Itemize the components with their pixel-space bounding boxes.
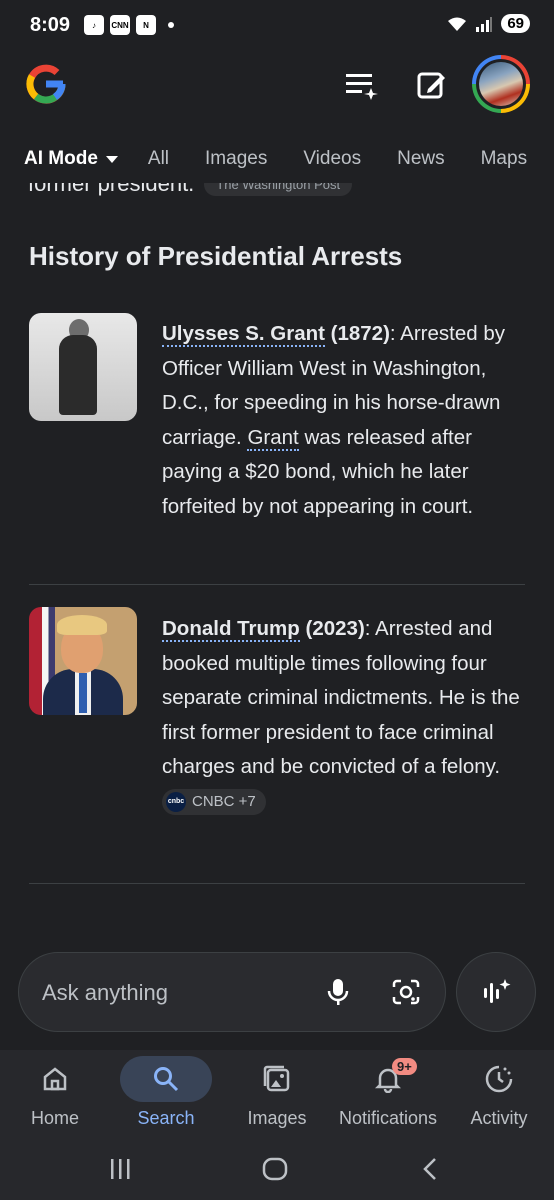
activity-icon — [485, 1065, 513, 1093]
entry-text: Donald Trump (2023): Arrested and booked… — [162, 612, 532, 819]
tab-maps[interactable]: Maps — [481, 148, 527, 170]
lens-camera-icon[interactable] — [389, 975, 423, 1009]
entry-text: Ulysses S. Grant (1872): Arrested by Off… — [162, 317, 532, 524]
sparkle-waveform-icon — [484, 979, 511, 1003]
search-icon — [154, 1067, 179, 1092]
status-right: 69 — [447, 14, 530, 33]
ask-input[interactable]: Ask anything — [18, 952, 446, 1032]
status-time: 8:09 — [30, 14, 71, 36]
back-icon[interactable] — [410, 1154, 450, 1184]
nav-icon-container — [120, 1056, 212, 1102]
nav-home[interactable]: Home — [0, 1056, 110, 1142]
nav-label: Notifications — [338, 1108, 438, 1128]
figure-hair — [57, 615, 107, 635]
recent-apps-icon[interactable] — [100, 1154, 140, 1184]
person-link[interactable]: Donald Trump — [162, 617, 300, 642]
system-navigation-bar — [0, 1142, 554, 1200]
cutoff-text: former president. — [28, 183, 195, 196]
entry-year: (1872) — [324, 322, 390, 345]
wifi-icon — [448, 17, 467, 31]
google-g-logo[interactable] — [24, 62, 68, 106]
trump-thumbnail[interactable] — [29, 607, 137, 715]
status-app-icons: ♪ CNN N — [84, 15, 174, 35]
entry-year: (2023) — [299, 617, 365, 640]
nav-activity[interactable]: Activity — [444, 1056, 554, 1142]
nav-images[interactable]: Images — [222, 1056, 332, 1142]
home-button-icon[interactable] — [255, 1154, 295, 1184]
live-voice-button[interactable] — [456, 952, 536, 1032]
divider — [29, 883, 525, 884]
search-history-icon[interactable] — [344, 68, 378, 102]
battery-indicator: 69 — [501, 14, 530, 33]
nav-label: Home — [30, 1108, 79, 1128]
tab-ai-mode[interactable]: AI Mode — [24, 148, 118, 170]
citation-chip[interactable]: cnbc CNBC +7 — [162, 789, 266, 816]
nav-icon-container — [231, 1056, 323, 1102]
section-title: History of Presidential Arrests — [29, 241, 403, 271]
nav-icon-container: 9+ — [342, 1056, 434, 1102]
nav-label: Images — [247, 1108, 307, 1128]
source-pill[interactable]: The Washington Post — [204, 183, 353, 196]
nav-label: Search — [137, 1108, 195, 1128]
notification-badge: 9+ — [392, 1058, 417, 1075]
notification-dot-icon — [168, 22, 174, 28]
tab-news[interactable]: News — [397, 148, 445, 170]
nav-notifications[interactable]: 9+ Notifications — [333, 1056, 443, 1142]
tab-ai-mode-label: AI Mode — [24, 148, 98, 169]
app-header — [0, 50, 554, 120]
citation-label: CNBC +7 — [192, 793, 256, 811]
edit-icon[interactable] — [415, 68, 449, 102]
bottom-navigation: Home Search Images 9+ Notifications Acti… — [0, 1050, 554, 1142]
status-bar: 8:09 ♪ CNN N 69 — [0, 0, 554, 50]
nav-search[interactable]: Search — [111, 1056, 221, 1142]
nav-icon-container — [9, 1056, 101, 1102]
grant-thumbnail[interactable] — [29, 313, 137, 421]
microphone-icon[interactable] — [321, 975, 355, 1009]
figure-tie — [79, 673, 87, 713]
figure-body — [59, 335, 97, 415]
tab-images[interactable]: Images — [205, 148, 267, 170]
search-tabs: AI Mode All Images Videos News Maps — [0, 135, 554, 183]
tab-videos[interactable]: Videos — [303, 148, 361, 170]
cnbc-logo-icon: cnbc — [166, 792, 186, 813]
divider — [29, 584, 525, 585]
cnn-icon: CNN — [110, 15, 130, 35]
cutoff-text-row: former president. The Washington Post — [28, 183, 353, 197]
nav-icon-container — [453, 1056, 545, 1102]
avatar-photo — [479, 62, 523, 106]
images-icon — [263, 1065, 290, 1092]
news-app-icon: N — [136, 15, 156, 35]
ai-response-content: former president. The Washington Post Hi… — [0, 183, 554, 948]
tab-all[interactable]: All — [148, 148, 169, 170]
grant-link[interactable]: Grant — [247, 425, 299, 451]
signal-icon — [476, 16, 493, 32]
tiktok-icon: ♪ — [84, 15, 104, 35]
home-icon — [43, 1067, 67, 1091]
profile-avatar[interactable] — [472, 55, 530, 113]
ask-placeholder: Ask anything — [42, 980, 168, 1005]
nav-label: Activity — [470, 1108, 528, 1128]
person-link[interactable]: Ulysses S. Grant — [162, 322, 325, 347]
chevron-down-icon — [105, 155, 118, 163]
